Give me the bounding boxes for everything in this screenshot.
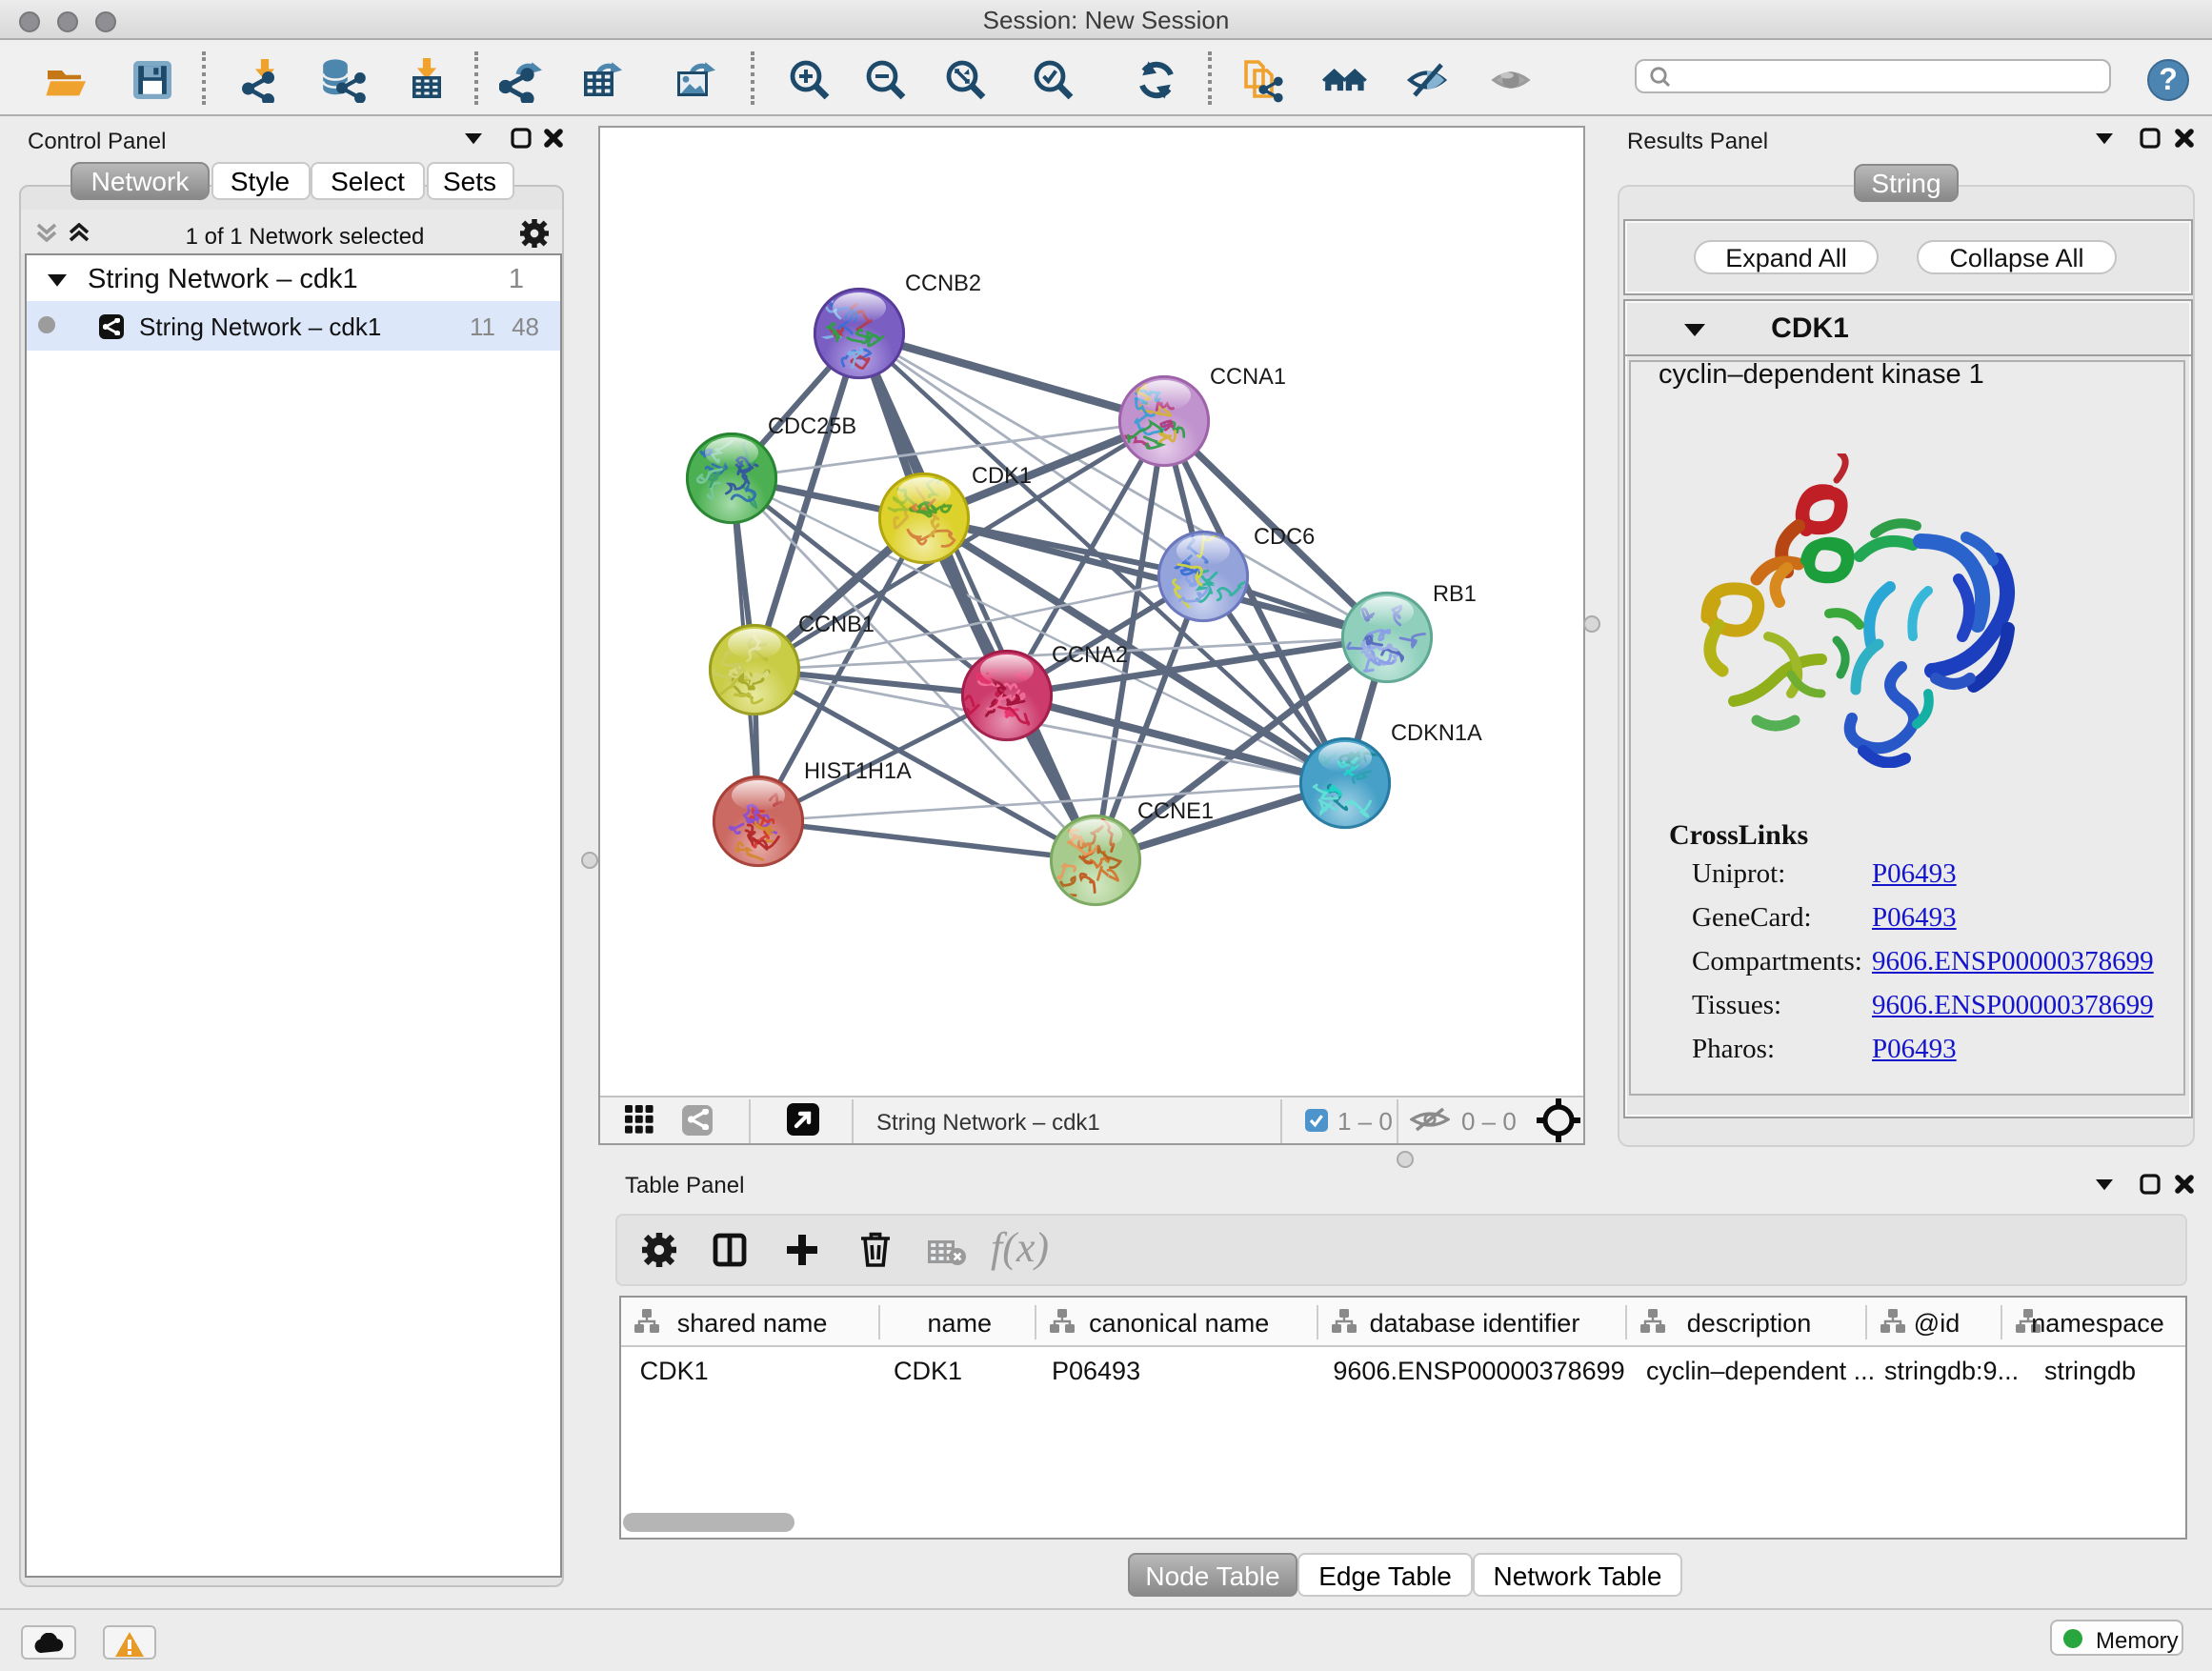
svg-text:CDC25B: CDC25B: [768, 414, 856, 439]
svg-text:CDK1: CDK1: [972, 464, 1032, 489]
svg-text:CCNB2: CCNB2: [905, 272, 981, 296]
svg-text:CCNA2: CCNA2: [1052, 643, 1128, 668]
svg-text:CDC6: CDC6: [1254, 525, 1315, 550]
svg-text:RB1: RB1: [1433, 582, 1477, 607]
svg-text:CCNE1: CCNE1: [1137, 799, 1214, 824]
svg-text:HIST1H1A: HIST1H1A: [804, 759, 912, 784]
svg-text:CCNA1: CCNA1: [1210, 365, 1286, 390]
svg-text:CCNB1: CCNB1: [798, 613, 875, 637]
svg-text:CDKN1A: CDKN1A: [1391, 721, 1482, 746]
